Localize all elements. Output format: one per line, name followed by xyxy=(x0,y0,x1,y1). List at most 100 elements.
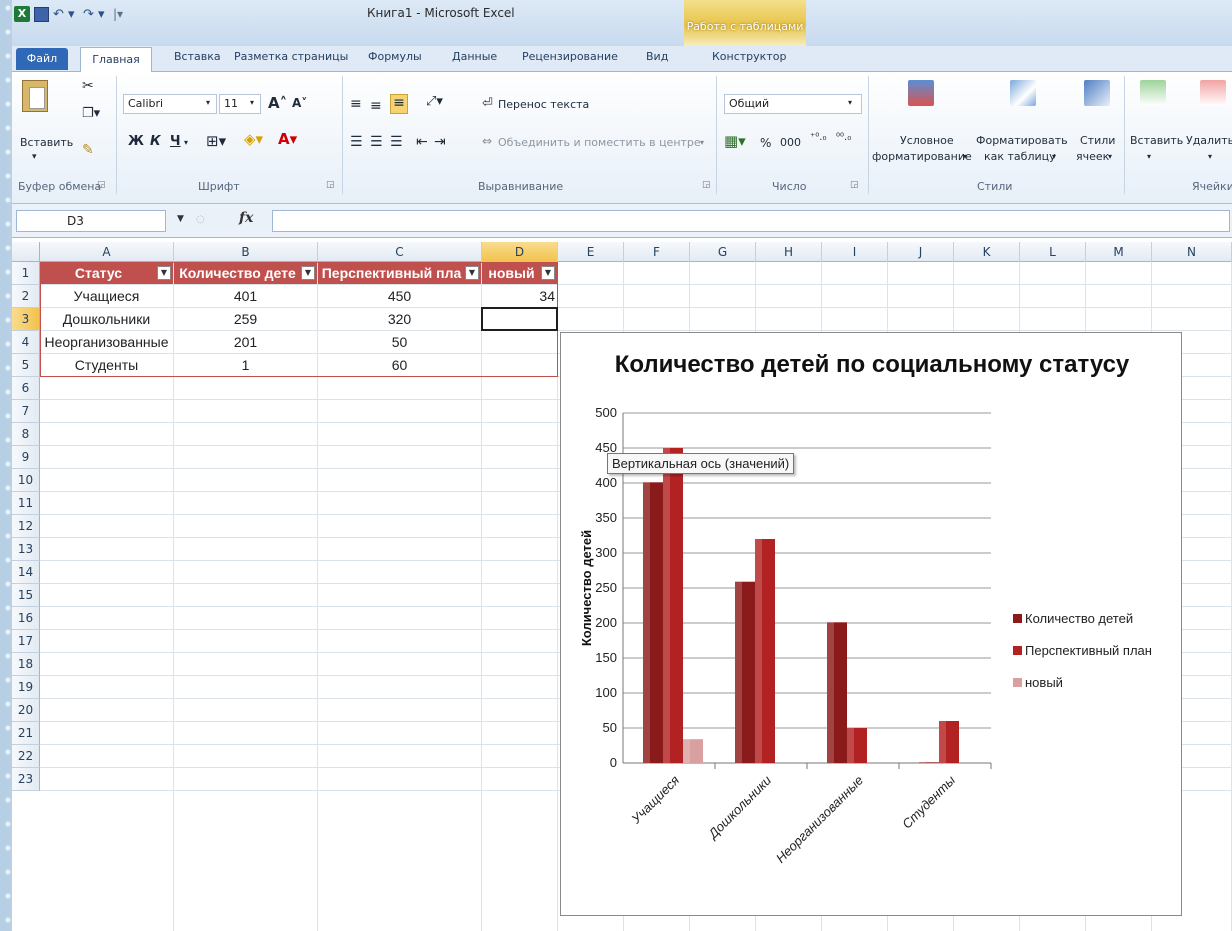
alignment-launcher-icon[interactable]: ◲ xyxy=(702,180,711,190)
delete-dropdown-icon[interactable]: ▾ xyxy=(1208,152,1212,161)
column-header-d[interactable]: D xyxy=(482,242,558,262)
excel-app-icon[interactable]: X xyxy=(14,6,30,22)
redo-icon[interactable]: ↷ ▾ xyxy=(83,7,109,22)
conditional-formatting-label-2[interactable]: форматирование xyxy=(872,150,972,163)
select-all-corner[interactable] xyxy=(12,242,40,262)
row-header-21[interactable]: 21 xyxy=(12,722,40,745)
font-name-select[interactable]: Calibri xyxy=(123,94,217,114)
tab-formulas[interactable]: Формулы xyxy=(368,50,422,63)
tab-insert[interactable]: Вставка xyxy=(174,50,221,63)
delete-cells-icon[interactable] xyxy=(1200,80,1226,106)
worksheet[interactable]: ABCDEFGHIJKLMN 1 2 3 4 5 6 7 8 9 10 11 12 13 14 15 16 17… xyxy=(12,242,1232,931)
column-header-j[interactable]: J xyxy=(888,242,954,262)
paste-dropdown-icon[interactable]: ▾ xyxy=(32,152,37,162)
active-cell[interactable] xyxy=(481,307,558,331)
column-header-e[interactable]: E xyxy=(558,242,624,262)
tab-review[interactable]: Рецензирование xyxy=(522,50,618,63)
row-header-22[interactable]: 22 xyxy=(12,745,40,768)
font-name-dropdown-icon[interactable]: ▾ xyxy=(206,98,210,107)
column-header-g[interactable]: G xyxy=(690,242,756,262)
shrink-font-icon[interactable]: A˅ xyxy=(292,96,307,110)
cell-styles-icon[interactable] xyxy=(1084,80,1110,106)
cell-styles-label-2[interactable]: ячеек xyxy=(1076,150,1109,163)
merge-center-icon[interactable]: ⇔ xyxy=(482,134,492,148)
font-size-dropdown-icon[interactable]: ▾ xyxy=(250,98,254,107)
font-color-icon[interactable]: A▾ xyxy=(278,130,297,148)
tab-home[interactable]: Главная xyxy=(80,47,152,73)
conditional-formatting-icon[interactable] xyxy=(908,80,934,106)
row-header-9[interactable]: 9 xyxy=(12,446,40,469)
column-header-b[interactable]: B xyxy=(174,242,318,262)
row-header-15[interactable]: 15 xyxy=(12,584,40,607)
merge-dropdown-icon[interactable]: ▾ xyxy=(700,138,704,147)
wrap-text-button[interactable]: Перенос текста xyxy=(498,98,589,111)
column-header-n[interactable]: N xyxy=(1152,242,1232,262)
row-header-10[interactable]: 10 xyxy=(12,469,40,492)
save-icon[interactable] xyxy=(34,6,49,22)
tab-data[interactable]: Данные xyxy=(452,50,497,63)
row-header-1[interactable]: 1 xyxy=(12,262,40,285)
underline-dropdown-icon[interactable]: ▾ xyxy=(184,138,188,147)
format-as-table-icon[interactable] xyxy=(1010,80,1036,106)
row-header-23[interactable]: 23 xyxy=(12,768,40,791)
clipboard-launcher-icon[interactable]: ◲ xyxy=(97,180,106,190)
wrap-text-icon[interactable]: ⏎ xyxy=(482,96,493,111)
tab-file[interactable]: Файл xyxy=(16,48,68,70)
row-header-3[interactable]: 3 xyxy=(12,308,40,331)
row-header-13[interactable]: 13 xyxy=(12,538,40,561)
row-header-8[interactable]: 8 xyxy=(12,423,40,446)
underline-button[interactable]: Ч xyxy=(170,134,181,149)
decrease-decimal-icon[interactable]: ⁰⁰.₀ xyxy=(836,132,851,143)
fill-color-icon[interactable]: ◈▾ xyxy=(244,130,263,148)
number-format-dropdown-icon[interactable]: ▾ xyxy=(848,98,852,107)
delete-cells-button[interactable]: Удалить xyxy=(1186,134,1232,147)
format-painter-icon[interactable]: ✎ xyxy=(82,142,94,158)
increase-indent-icon[interactable]: ⇥ xyxy=(434,134,446,150)
align-top-icon[interactable]: ≡ xyxy=(350,96,362,112)
conditional-formatting-label-1[interactable]: Условное xyxy=(900,134,954,147)
copy-icon[interactable]: ❐▾ xyxy=(82,106,100,121)
paste-button[interactable]: Вставить xyxy=(20,136,73,149)
column-header-c[interactable]: C xyxy=(318,242,482,262)
row-header-18[interactable]: 18 xyxy=(12,653,40,676)
row-header-14[interactable]: 14 xyxy=(12,561,40,584)
cell-styles-dropdown-icon[interactable]: ▾ xyxy=(1108,152,1112,161)
name-box[interactable]: D3 xyxy=(16,210,166,232)
format-as-table-label-1[interactable]: Форматировать xyxy=(976,134,1068,147)
row-header-11[interactable]: 11 xyxy=(12,492,40,515)
name-box-dropdown-icon[interactable]: ▼ xyxy=(177,214,184,224)
cut-icon[interactable]: ✂ xyxy=(82,78,94,94)
insert-dropdown-icon[interactable]: ▾ xyxy=(1147,152,1151,161)
font-size-select[interactable]: 11 xyxy=(219,94,261,114)
borders-icon[interactable]: ⊞▾ xyxy=(206,132,226,150)
italic-button[interactable]: К xyxy=(150,134,161,149)
column-header-l[interactable]: L xyxy=(1020,242,1086,262)
formula-bar-handle-icon[interactable]: ◌ xyxy=(196,214,205,225)
tab-view[interactable]: Вид xyxy=(646,50,668,63)
row-header-17[interactable]: 17 xyxy=(12,630,40,653)
orientation-icon[interactable]: ⤢▾ xyxy=(426,94,443,109)
insert-function-icon[interactable]: fx xyxy=(239,210,253,226)
row-header-6[interactable]: 6 xyxy=(12,377,40,400)
align-right-icon[interactable]: ☰ xyxy=(390,134,403,150)
row-header-7[interactable]: 7 xyxy=(12,400,40,423)
bold-button[interactable]: Ж xyxy=(128,134,144,149)
paste-icon[interactable] xyxy=(22,80,48,112)
formula-input[interactable] xyxy=(272,210,1230,232)
row-header-20[interactable]: 20 xyxy=(12,699,40,722)
insert-cells-icon[interactable] xyxy=(1140,80,1166,106)
format-as-table-dropdown-icon[interactable]: ▾ xyxy=(1052,152,1056,161)
row-header-2[interactable]: 2 xyxy=(12,285,40,308)
customize-qat-icon[interactable]: |▾ xyxy=(113,7,123,21)
tab-page-layout[interactable]: Разметка страницы xyxy=(234,50,348,63)
align-middle-icon[interactable]: ≡ xyxy=(370,98,382,114)
row-header-16[interactable]: 16 xyxy=(12,607,40,630)
row-header-19[interactable]: 19 xyxy=(12,676,40,699)
font-launcher-icon[interactable]: ◲ xyxy=(326,180,335,190)
increase-decimal-icon[interactable]: ⁺⁰.₀ xyxy=(810,132,826,143)
thousands-button[interactable]: 000 xyxy=(780,136,801,149)
currency-icon[interactable]: ▦▾ xyxy=(724,132,746,150)
align-left-icon[interactable]: ☰ xyxy=(350,134,363,150)
column-header-k[interactable]: K xyxy=(954,242,1020,262)
undo-icon[interactable]: ↶ ▾ xyxy=(53,7,79,22)
